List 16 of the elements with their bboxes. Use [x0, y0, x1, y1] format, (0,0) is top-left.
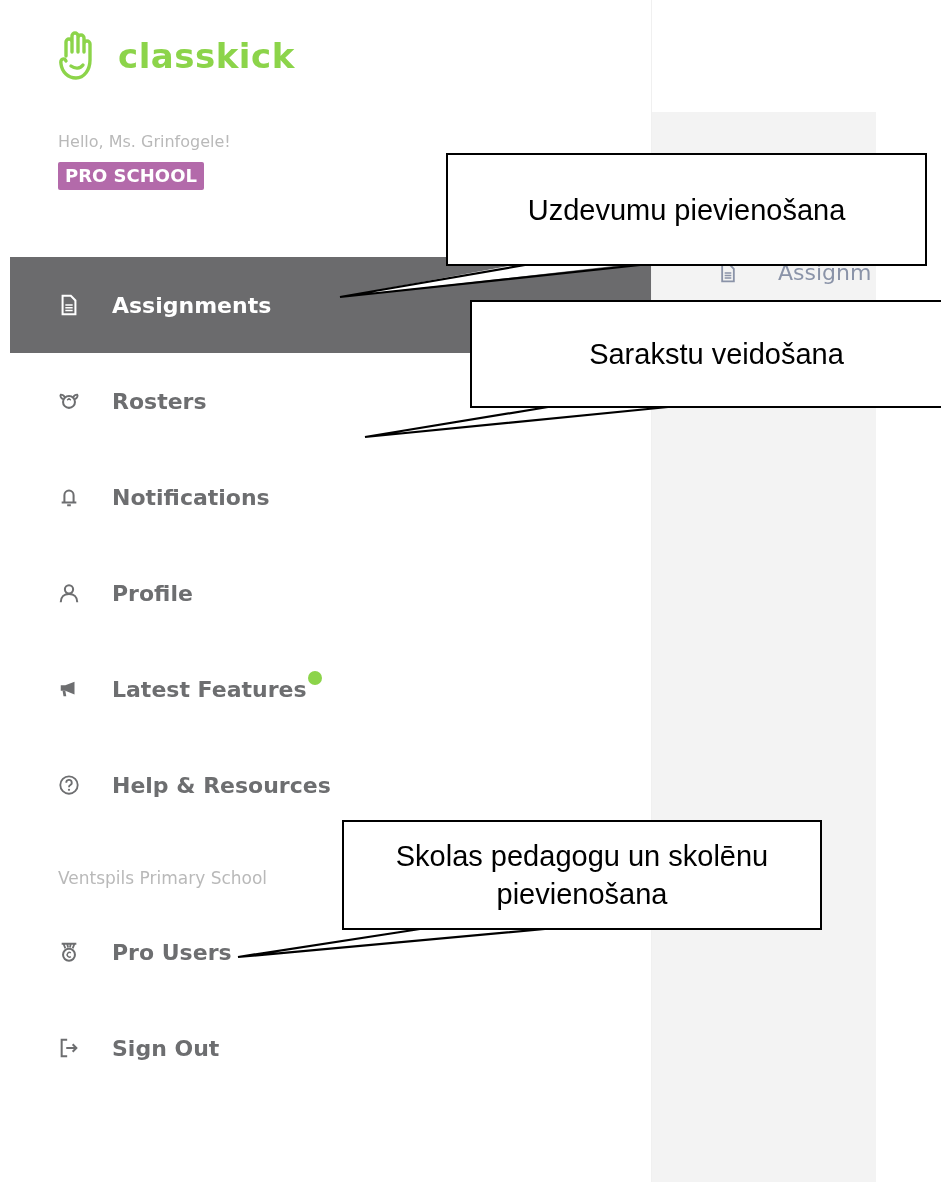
callout-tooltip: Sarakstu veidošana	[470, 300, 941, 408]
callout-tooltip: Skolas pedagogu un skolēnu pievienošana	[342, 820, 822, 930]
section-label: Ventspils Primary School	[58, 867, 269, 890]
nav-link[interactable]: Help & Resources	[10, 737, 331, 833]
nav-link[interactable]: Pro Users	[10, 904, 232, 1000]
nav-link[interactable]: Sign Out	[10, 1000, 220, 1096]
person-icon	[58, 582, 80, 604]
plan-badge: PRO SCHOOL	[58, 162, 204, 190]
nav-link[interactable]: Latest Features	[10, 641, 307, 737]
nav-link[interactable]: Notifications	[10, 449, 270, 545]
help-icon	[58, 774, 80, 796]
sign-out-icon	[58, 1037, 80, 1059]
greeting-text: Hello, Ms. Grinfogele!	[58, 132, 232, 152]
nav-link[interactable]: Rosters	[10, 353, 207, 449]
logo-wordmark: classkick	[118, 36, 295, 76]
nav-link[interactable]: Profile	[10, 545, 193, 641]
